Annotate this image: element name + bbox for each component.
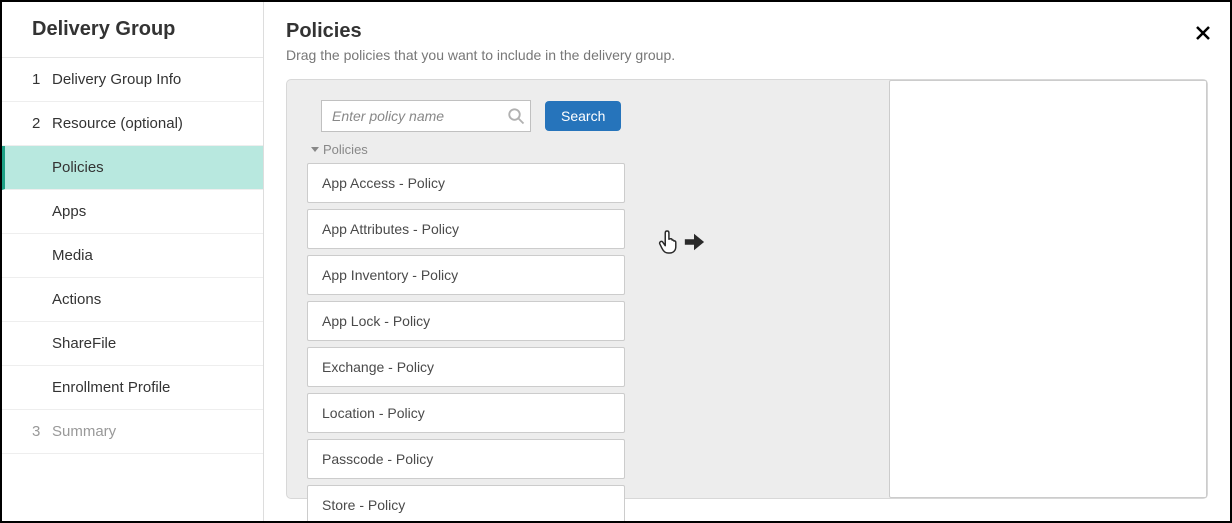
search-input-wrap	[321, 100, 531, 132]
nav-sub-enrollment-profile[interactable]: Enrollment Profile	[2, 366, 263, 410]
search-button[interactable]: Search	[545, 101, 621, 131]
policy-item[interactable]: App Access - Policy	[307, 163, 625, 203]
page-subtitle: Drag the policies that you want to inclu…	[286, 47, 1208, 63]
nav-step-number: 1	[32, 71, 52, 88]
sidebar: Delivery Group 1 Delivery Group Info 2 R…	[2, 2, 264, 521]
nav-step-1[interactable]: 1 Delivery Group Info	[2, 58, 263, 102]
selected-policies-drop-target[interactable]	[889, 80, 1207, 498]
nav-step-label: Summary	[52, 423, 263, 440]
main-content: Policies Drag the policies that you want…	[264, 2, 1230, 521]
nav-step-number: 3	[32, 423, 52, 440]
page-title: Policies	[286, 20, 1208, 43]
policies-group-header[interactable]: Policies	[311, 142, 797, 157]
nav-sub-label: Actions	[52, 291, 101, 308]
search-row: Search	[321, 100, 797, 132]
dialog-container: Delivery Group 1 Delivery Group Info 2 R…	[0, 0, 1232, 523]
close-button[interactable]	[1196, 22, 1210, 44]
search-icon	[507, 107, 525, 125]
hand-pointer-icon	[657, 228, 679, 256]
nav-step-label: Delivery Group Info	[52, 71, 263, 88]
nav-sub-label: ShareFile	[52, 335, 116, 352]
nav-sub-sharefile[interactable]: ShareFile	[2, 322, 263, 366]
nav-sub-label: Media	[52, 247, 93, 264]
search-input[interactable]	[321, 100, 531, 132]
nav-sub-label: Policies	[52, 159, 104, 176]
nav-step-label: Resource (optional)	[52, 115, 263, 132]
policy-item[interactable]: Passcode - Policy	[307, 439, 625, 479]
nav-step-3[interactable]: 3 Summary	[2, 410, 263, 454]
nav-sub-policies[interactable]: Policies	[2, 146, 263, 190]
policy-item[interactable]: Store - Policy	[307, 485, 625, 523]
available-policies-column: Search Policies App Access - Policy App …	[307, 100, 797, 478]
policy-item[interactable]: App Lock - Policy	[307, 301, 625, 341]
drag-hint-indicator	[657, 228, 705, 256]
policy-item[interactable]: App Inventory - Policy	[307, 255, 625, 295]
policies-panel: Search Policies App Access - Policy App …	[286, 79, 1208, 499]
nav-step-number: 2	[32, 115, 52, 132]
close-icon	[1196, 26, 1210, 40]
nav-sub-label: Enrollment Profile	[52, 379, 170, 396]
arrow-right-icon	[683, 231, 705, 253]
policies-group-label: Policies	[323, 142, 368, 157]
caret-down-icon	[311, 147, 319, 152]
nav-step-2[interactable]: 2 Resource (optional)	[2, 102, 263, 146]
nav-sub-label: Apps	[52, 203, 86, 220]
nav-sub-actions[interactable]: Actions	[2, 278, 263, 322]
policy-item[interactable]: App Attributes - Policy	[307, 209, 625, 249]
sidebar-title: Delivery Group	[2, 2, 263, 58]
policy-list: App Access - Policy App Attributes - Pol…	[307, 163, 797, 523]
policy-item[interactable]: Exchange - Policy	[307, 347, 625, 387]
nav-sub-media[interactable]: Media	[2, 234, 263, 278]
nav-sub-apps[interactable]: Apps	[2, 190, 263, 234]
policy-item[interactable]: Location - Policy	[307, 393, 625, 433]
